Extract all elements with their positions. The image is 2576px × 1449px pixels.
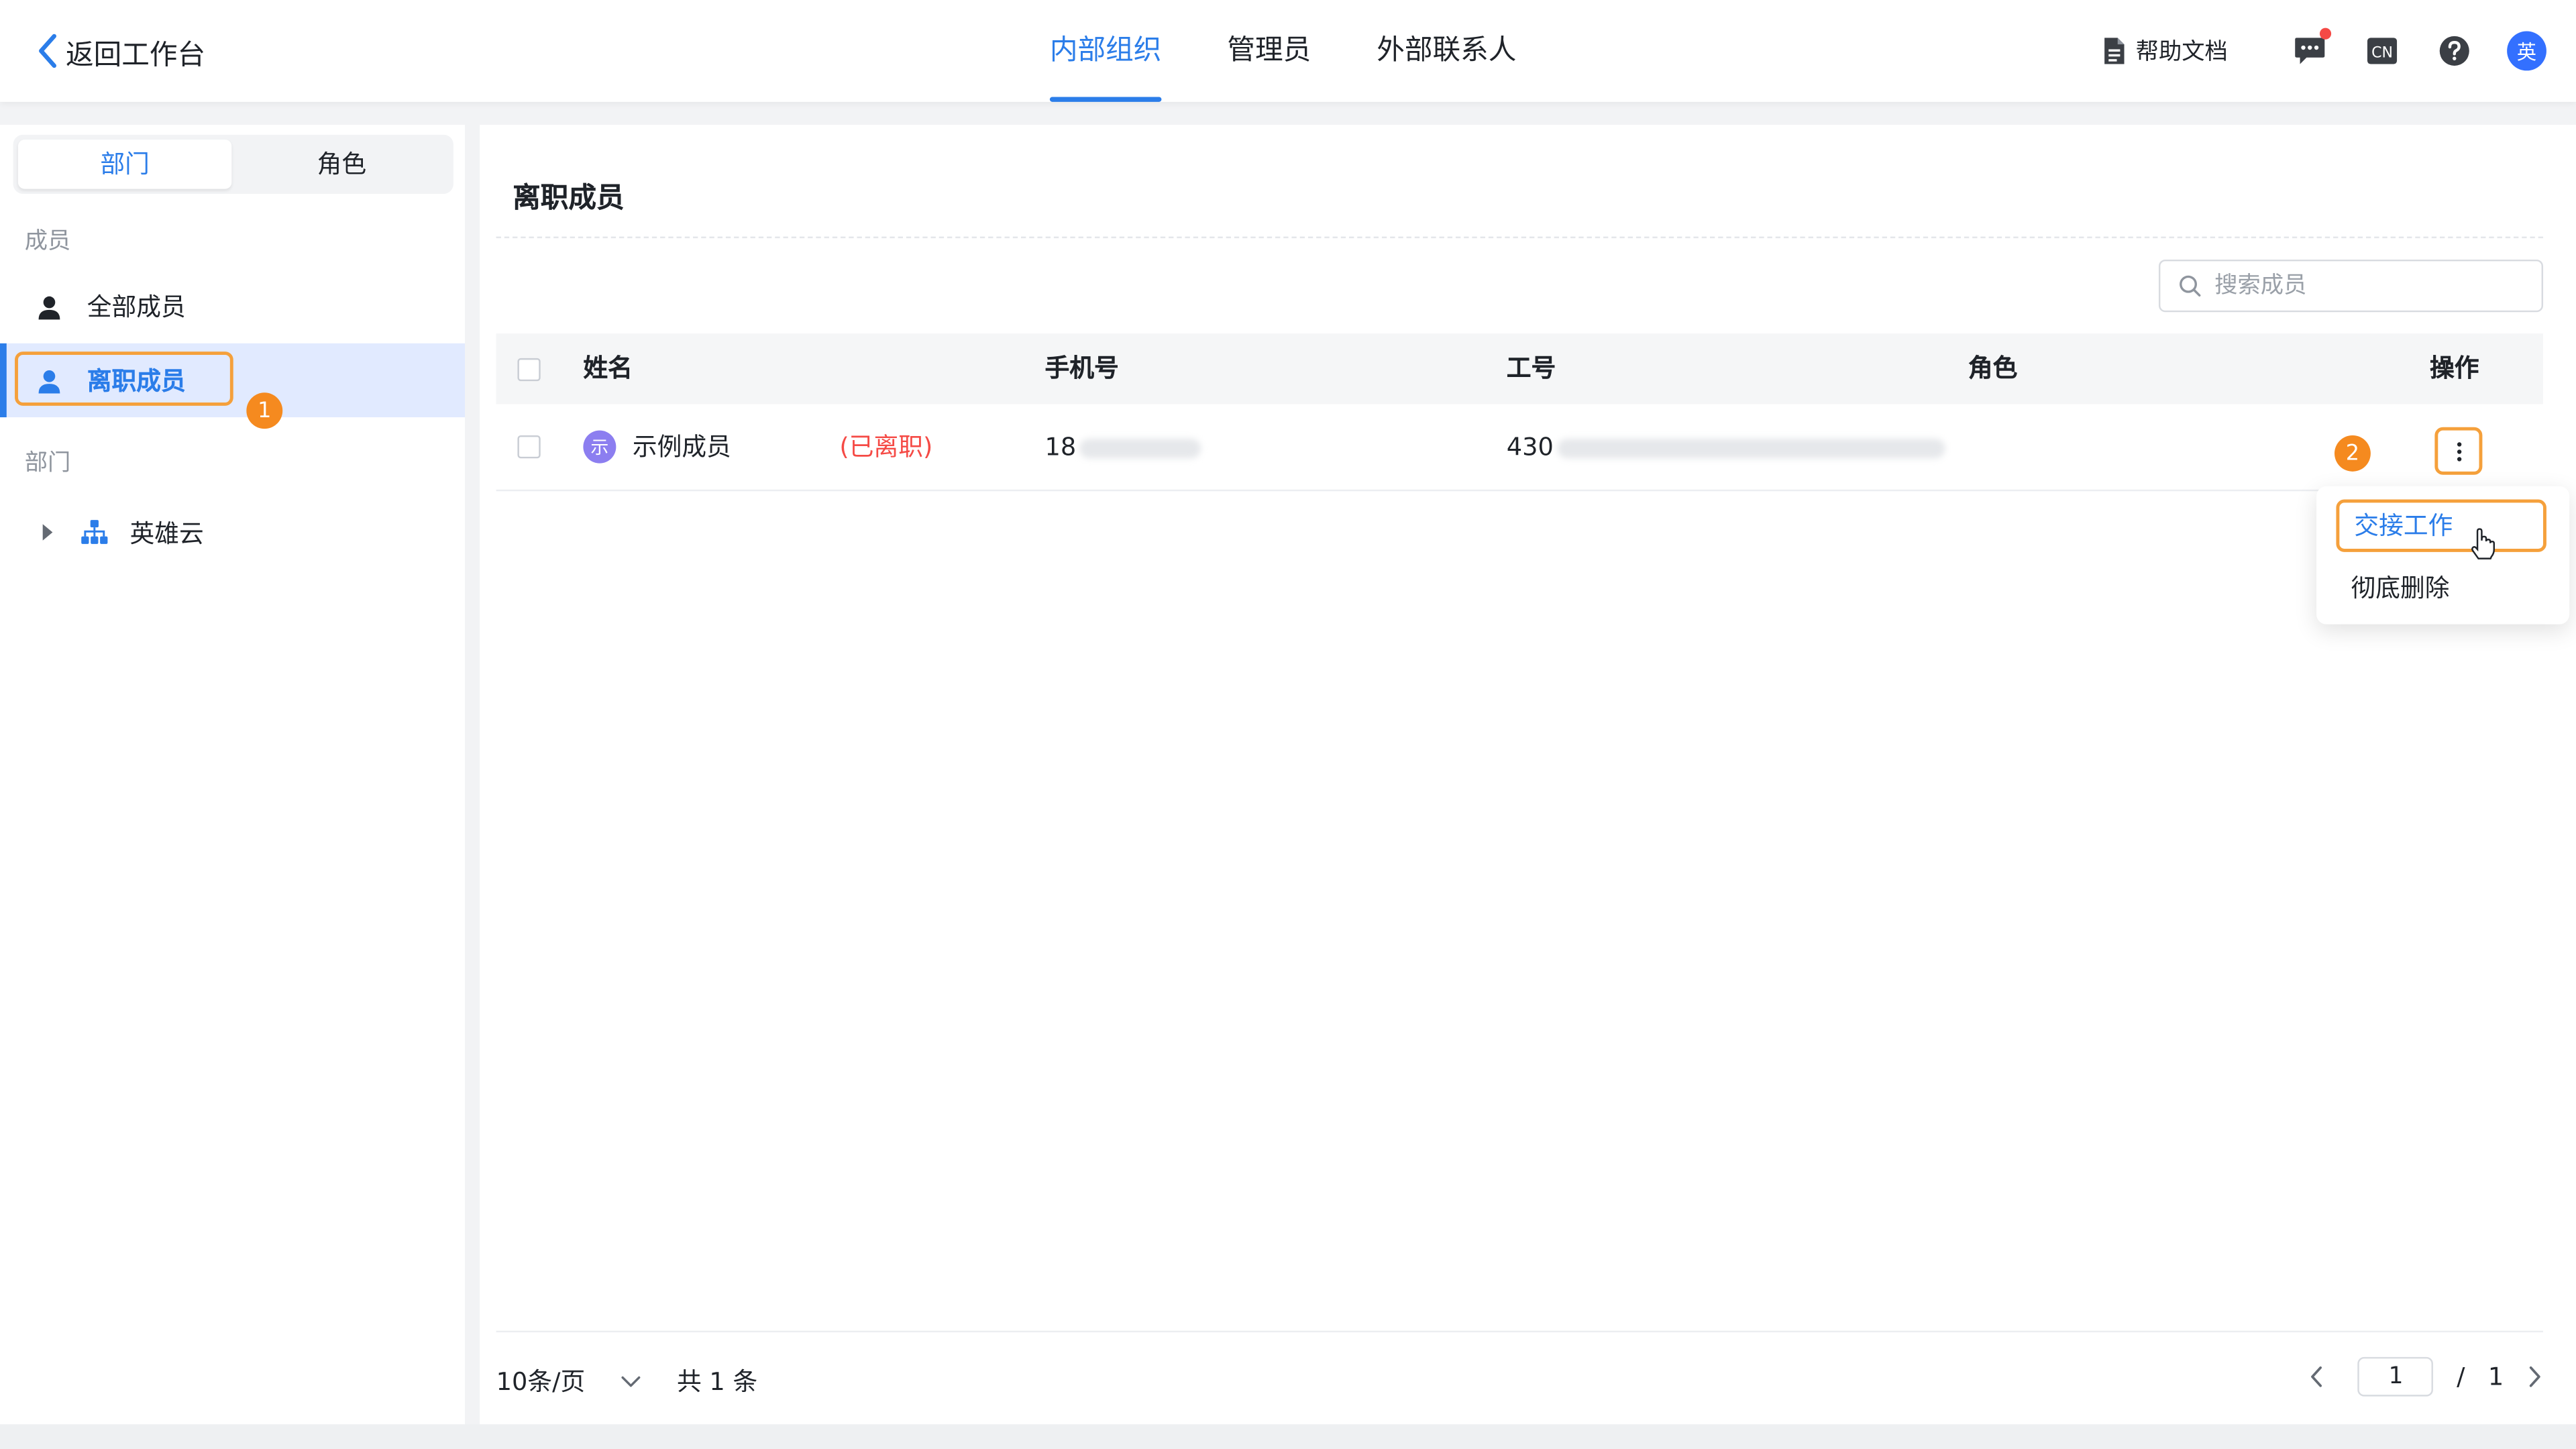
- select-all-checkbox[interactable]: [517, 358, 541, 382]
- resigned-status: (已离职): [839, 432, 933, 462]
- member-employee-id: 430: [1507, 404, 1945, 489]
- page-size-select[interactable]: 10条/页: [496, 1364, 641, 1398]
- message-icon: [2295, 38, 2325, 64]
- tab-external-contacts[interactable]: 外部联系人: [1352, 0, 1542, 102]
- prev-page-icon[interactable]: [2309, 1365, 2325, 1388]
- sidebar: 部门 角色 成员 全部成员 离职成员 1 部门 英雄云: [0, 125, 466, 1425]
- tab-internal-org[interactable]: 内部组织: [1025, 0, 1186, 102]
- sidebar-item-resigned-members[interactable]: 离职成员 1: [0, 343, 466, 429]
- departments-section-label: 部门: [24, 450, 71, 477]
- chevron-left-icon: [39, 34, 57, 68]
- tree-item-yingxiongyun[interactable]: 英雄云: [0, 509, 465, 555]
- redacted-phone: [1079, 437, 1201, 458]
- sidebar-item-label: 离职成员: [87, 366, 186, 396]
- header-tools: 帮助文档 CN 英: [2103, 28, 2546, 74]
- column-header-name: 姓名: [583, 353, 633, 383]
- more-vertical-icon: [2456, 441, 2461, 461]
- segment-department[interactable]: 部门: [17, 140, 232, 189]
- hand-pointer-icon: [2471, 528, 2496, 559]
- main-panel: 离职成员 姓名 手机号 工号 角色 操作 示 示例成员 (已离职) 18 430: [480, 125, 2576, 1425]
- language-button[interactable]: CN: [2363, 32, 2402, 71]
- phone-visible-digits: 18: [1044, 432, 1077, 462]
- sidebar-item-label: 全部成员: [87, 292, 186, 323]
- segment-role[interactable]: 角色: [235, 140, 448, 189]
- message-button[interactable]: [2290, 28, 2332, 71]
- page-title: 离职成员: [513, 182, 625, 215]
- title-divider: [496, 236, 2544, 239]
- sidebar-segmented-control: 部门 角色: [13, 134, 453, 194]
- row-checkbox[interactable]: [517, 435, 541, 459]
- pager-controls: 1 / 1: [2309, 1356, 2543, 1397]
- help-button[interactable]: [2434, 32, 2474, 71]
- menu-item-handover-work[interactable]: 交接工作: [2336, 499, 2546, 552]
- search-box[interactable]: [2158, 259, 2544, 313]
- bottom-strip: [0, 1424, 2576, 1449]
- member-phone: 18: [1045, 404, 1201, 489]
- back-to-workbench-link[interactable]: 返回工作台: [36, 30, 205, 72]
- column-header-actions: 操作: [2430, 353, 2479, 383]
- user-avatar[interactable]: 英: [2507, 31, 2546, 71]
- step-badge-2: 2: [2334, 435, 2371, 472]
- table-row: 示 示例成员 (已离职) 18 430 2: [496, 404, 2544, 492]
- search-icon: [2180, 275, 2201, 297]
- employee-id-visible-digits: 430: [1506, 432, 1554, 462]
- top-bar: 返回工作台 内部组织 管理员 外部联系人 帮助文档 CN 英: [0, 0, 2576, 102]
- more-actions-button[interactable]: [2434, 427, 2483, 475]
- page-separator: /: [2457, 1362, 2465, 1392]
- redacted-employee-id: [1556, 437, 1945, 458]
- help-doc-link[interactable]: 帮助文档: [2103, 34, 2228, 67]
- members-section-label: 成员: [24, 228, 71, 255]
- member-avatar: 示: [583, 430, 616, 464]
- back-label: 返回工作台: [65, 38, 206, 72]
- tab-admins[interactable]: 管理员: [1203, 0, 1336, 102]
- document-icon: [2104, 38, 2125, 64]
- column-header-role: 角色: [1968, 353, 2018, 383]
- help-doc-label: 帮助文档: [2135, 39, 2228, 66]
- menu-item-delete-permanently[interactable]: 彻底删除: [2336, 562, 2546, 614]
- chevron-down-icon: [621, 1375, 641, 1387]
- footer-divider: [496, 1330, 2544, 1333]
- user-icon: [34, 367, 64, 393]
- member-name: 示例成员: [632, 432, 731, 462]
- page-size-value: 10条/页: [496, 1366, 586, 1397]
- top-tabs: 内部组织 管理员 外部联系人: [1025, 0, 1541, 102]
- tree-item-label: 英雄云: [129, 518, 204, 548]
- app-root: 返回工作台 内部组织 管理员 外部联系人 帮助文档 CN 英 部门 角色 成员 …: [0, 0, 2576, 1449]
- table-header: 姓名 手机号 工号 角色 操作: [496, 333, 2544, 405]
- next-page-icon[interactable]: [2527, 1365, 2543, 1388]
- column-header-phone: 手机号: [1044, 353, 1119, 383]
- caret-right-icon[interactable]: [41, 524, 54, 541]
- search-input[interactable]: [2214, 272, 2511, 299]
- current-page-input[interactable]: 1: [2358, 1356, 2434, 1397]
- pagination-bar: 10条/页 共 1 条 1 / 1: [496, 1347, 2543, 1413]
- org-tree-icon: [81, 520, 108, 544]
- sidebar-item-all-members[interactable]: 全部成员: [0, 270, 465, 343]
- column-header-employee-id: 工号: [1506, 353, 1556, 383]
- row-actions-menu: 交接工作 彻底删除: [2316, 486, 2570, 625]
- svg-text:CN: CN: [2371, 45, 2393, 62]
- help-icon: [2439, 36, 2469, 66]
- total-count: 共 1 条: [676, 1366, 758, 1397]
- step-badge-1: 1: [246, 392, 283, 429]
- unread-dot: [2319, 28, 2332, 40]
- language-icon: CN: [2367, 38, 2398, 64]
- user-icon: [34, 293, 64, 319]
- total-pages: 1: [2487, 1362, 2504, 1392]
